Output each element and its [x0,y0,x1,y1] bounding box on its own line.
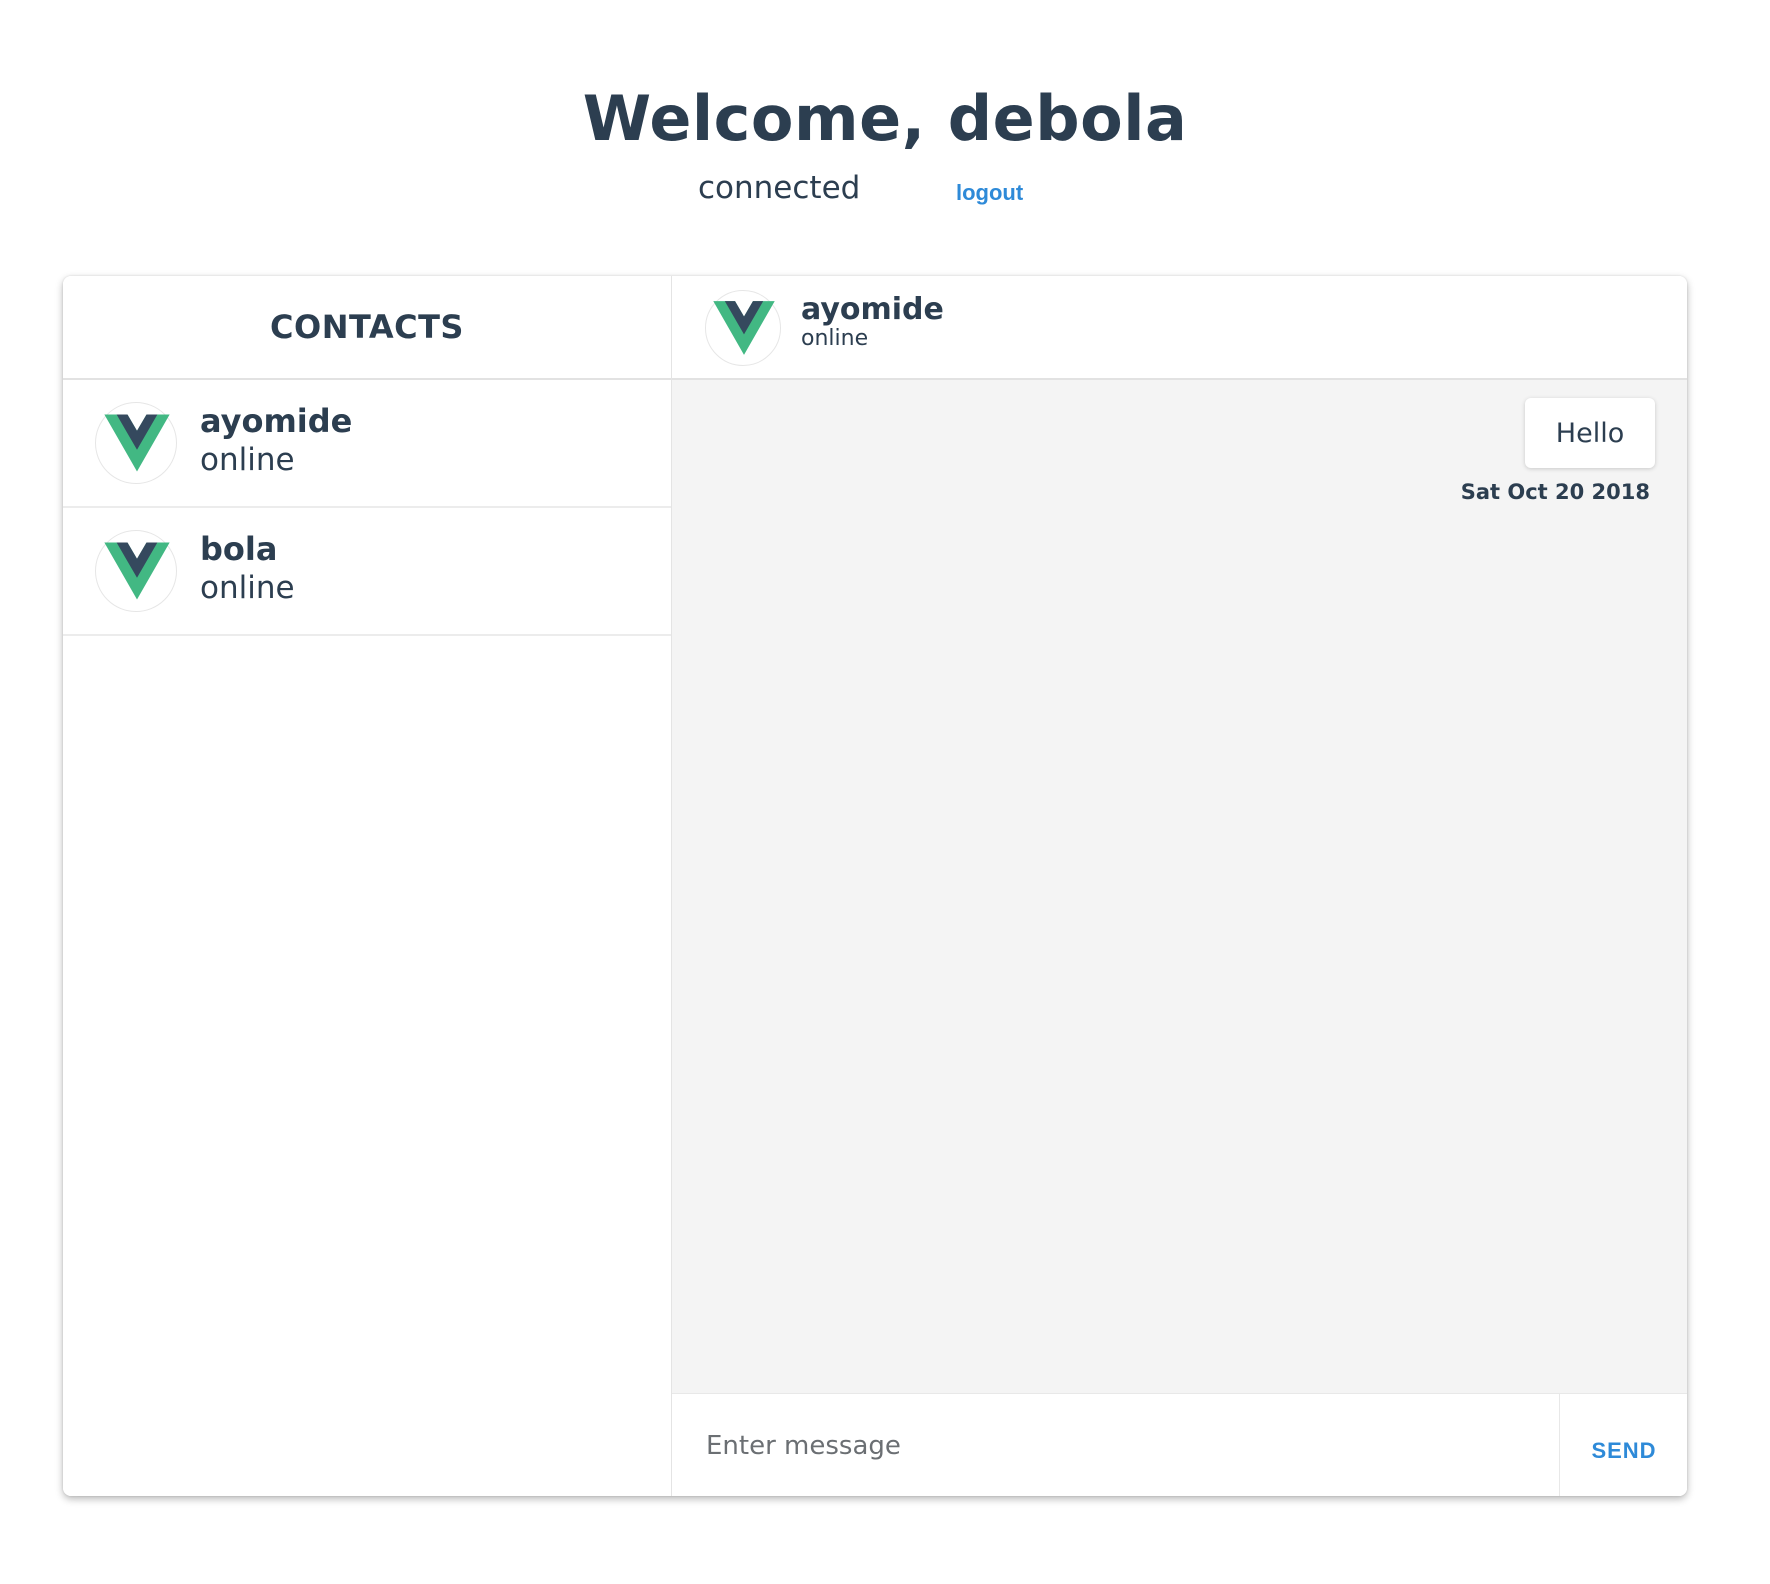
connection-status: connected [698,170,861,206]
contact-status: online [200,570,295,606]
message-input[interactable] [672,1394,1560,1496]
message-date: Sat Oct 20 2018 [1460,480,1650,504]
contact-name: ayomide [200,402,353,440]
status-line: connected logout [0,170,1770,210]
send-button[interactable]: SEND [1561,1394,1687,1496]
conversation-contact-status: online [801,326,869,351]
vue-logo-icon [713,301,775,355]
conversation-contact-name: ayomide [801,292,944,327]
avatar [95,530,177,612]
conversation-header: ayomide online [672,276,1687,380]
contact-item-bola[interactable]: bola online [63,508,671,636]
contact-name: bola [200,530,278,568]
conversation-pane: ayomide online Hello Sat Oct 20 2018 SEN… [672,276,1687,1496]
chat-card: CONTACTS ayomide online bola online ayom… [63,276,1687,1496]
logout-link[interactable]: logout [956,180,1023,206]
contact-item-ayomide[interactable]: ayomide online [63,380,671,508]
vue-logo-icon [104,542,170,600]
message-bubble: Hello [1525,398,1655,468]
contacts-title: CONTACTS [63,276,671,380]
avatar [95,402,177,484]
contact-status: online [200,442,295,478]
page-title: Welcome, debola [582,82,1188,155]
messages-area[interactable]: Hello Sat Oct 20 2018 [672,380,1687,1391]
contacts-pane: CONTACTS ayomide online bola online [63,276,672,1496]
message-composer: SEND [672,1393,1687,1496]
vue-logo-icon [104,414,170,472]
avatar [705,290,781,366]
